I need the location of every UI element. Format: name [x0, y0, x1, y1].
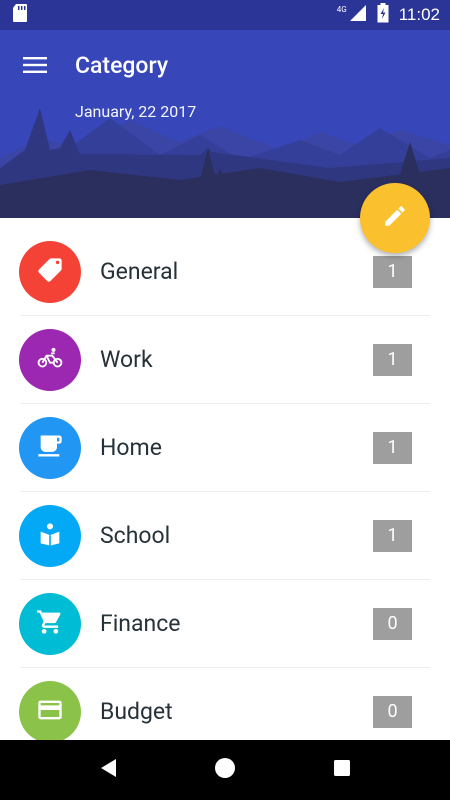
signal-icon — [349, 4, 367, 26]
edit-fab-button[interactable] — [360, 183, 430, 253]
menu-button[interactable] — [18, 50, 52, 84]
category-item-finance[interactable]: Finance 0 — [0, 580, 450, 668]
sd-card-icon — [12, 3, 28, 27]
network-type: 4G — [336, 4, 347, 14]
category-icon-circle — [19, 505, 81, 567]
category-count-badge: 1 — [373, 520, 412, 552]
pencil-icon — [382, 203, 408, 233]
category-label: Home — [100, 434, 162, 461]
category-count-badge: 0 — [373, 696, 412, 728]
category-count-badge: 1 — [373, 256, 412, 288]
category-icon-circle — [19, 329, 81, 391]
system-nav-bar — [0, 740, 450, 800]
category-item-home[interactable]: Home 1 — [0, 404, 450, 492]
category-item-work[interactable]: Work 1 — [0, 316, 450, 404]
battery-icon — [377, 3, 389, 27]
school-icon — [36, 520, 64, 552]
category-count-badge: 1 — [373, 432, 412, 464]
category-label: Finance — [100, 610, 181, 637]
category-item-school[interactable]: School 1 — [0, 492, 450, 580]
category-list: General 1 Work 1 Home 1 School 1 Finance… — [0, 228, 450, 756]
category-icon-circle — [19, 241, 81, 303]
cart-icon — [36, 608, 64, 640]
category-label: School — [100, 522, 171, 549]
credit-card-icon — [36, 696, 64, 728]
hamburger-menu-icon — [23, 56, 47, 78]
bicycle-icon — [36, 344, 64, 376]
tag-icon — [36, 256, 64, 288]
home-button[interactable] — [205, 750, 245, 790]
back-button[interactable] — [88, 750, 128, 790]
current-date: January, 22 2017 — [75, 102, 197, 121]
status-bar: 4G 11:02 — [0, 0, 450, 30]
category-icon-circle — [19, 681, 81, 743]
category-label: Work — [100, 346, 153, 373]
home-circle-icon — [214, 757, 236, 783]
category-icon-circle — [19, 593, 81, 655]
recents-square-icon — [332, 758, 352, 782]
status-time: 11:02 — [398, 5, 440, 24]
recents-button[interactable] — [322, 750, 362, 790]
coffee-cup-icon — [36, 432, 64, 464]
category-count-badge: 0 — [373, 608, 412, 640]
page-title: Category — [75, 52, 169, 79]
category-label: General — [100, 258, 179, 285]
category-icon-circle — [19, 417, 81, 479]
back-triangle-icon — [98, 757, 118, 783]
category-count-badge: 1 — [373, 344, 412, 376]
